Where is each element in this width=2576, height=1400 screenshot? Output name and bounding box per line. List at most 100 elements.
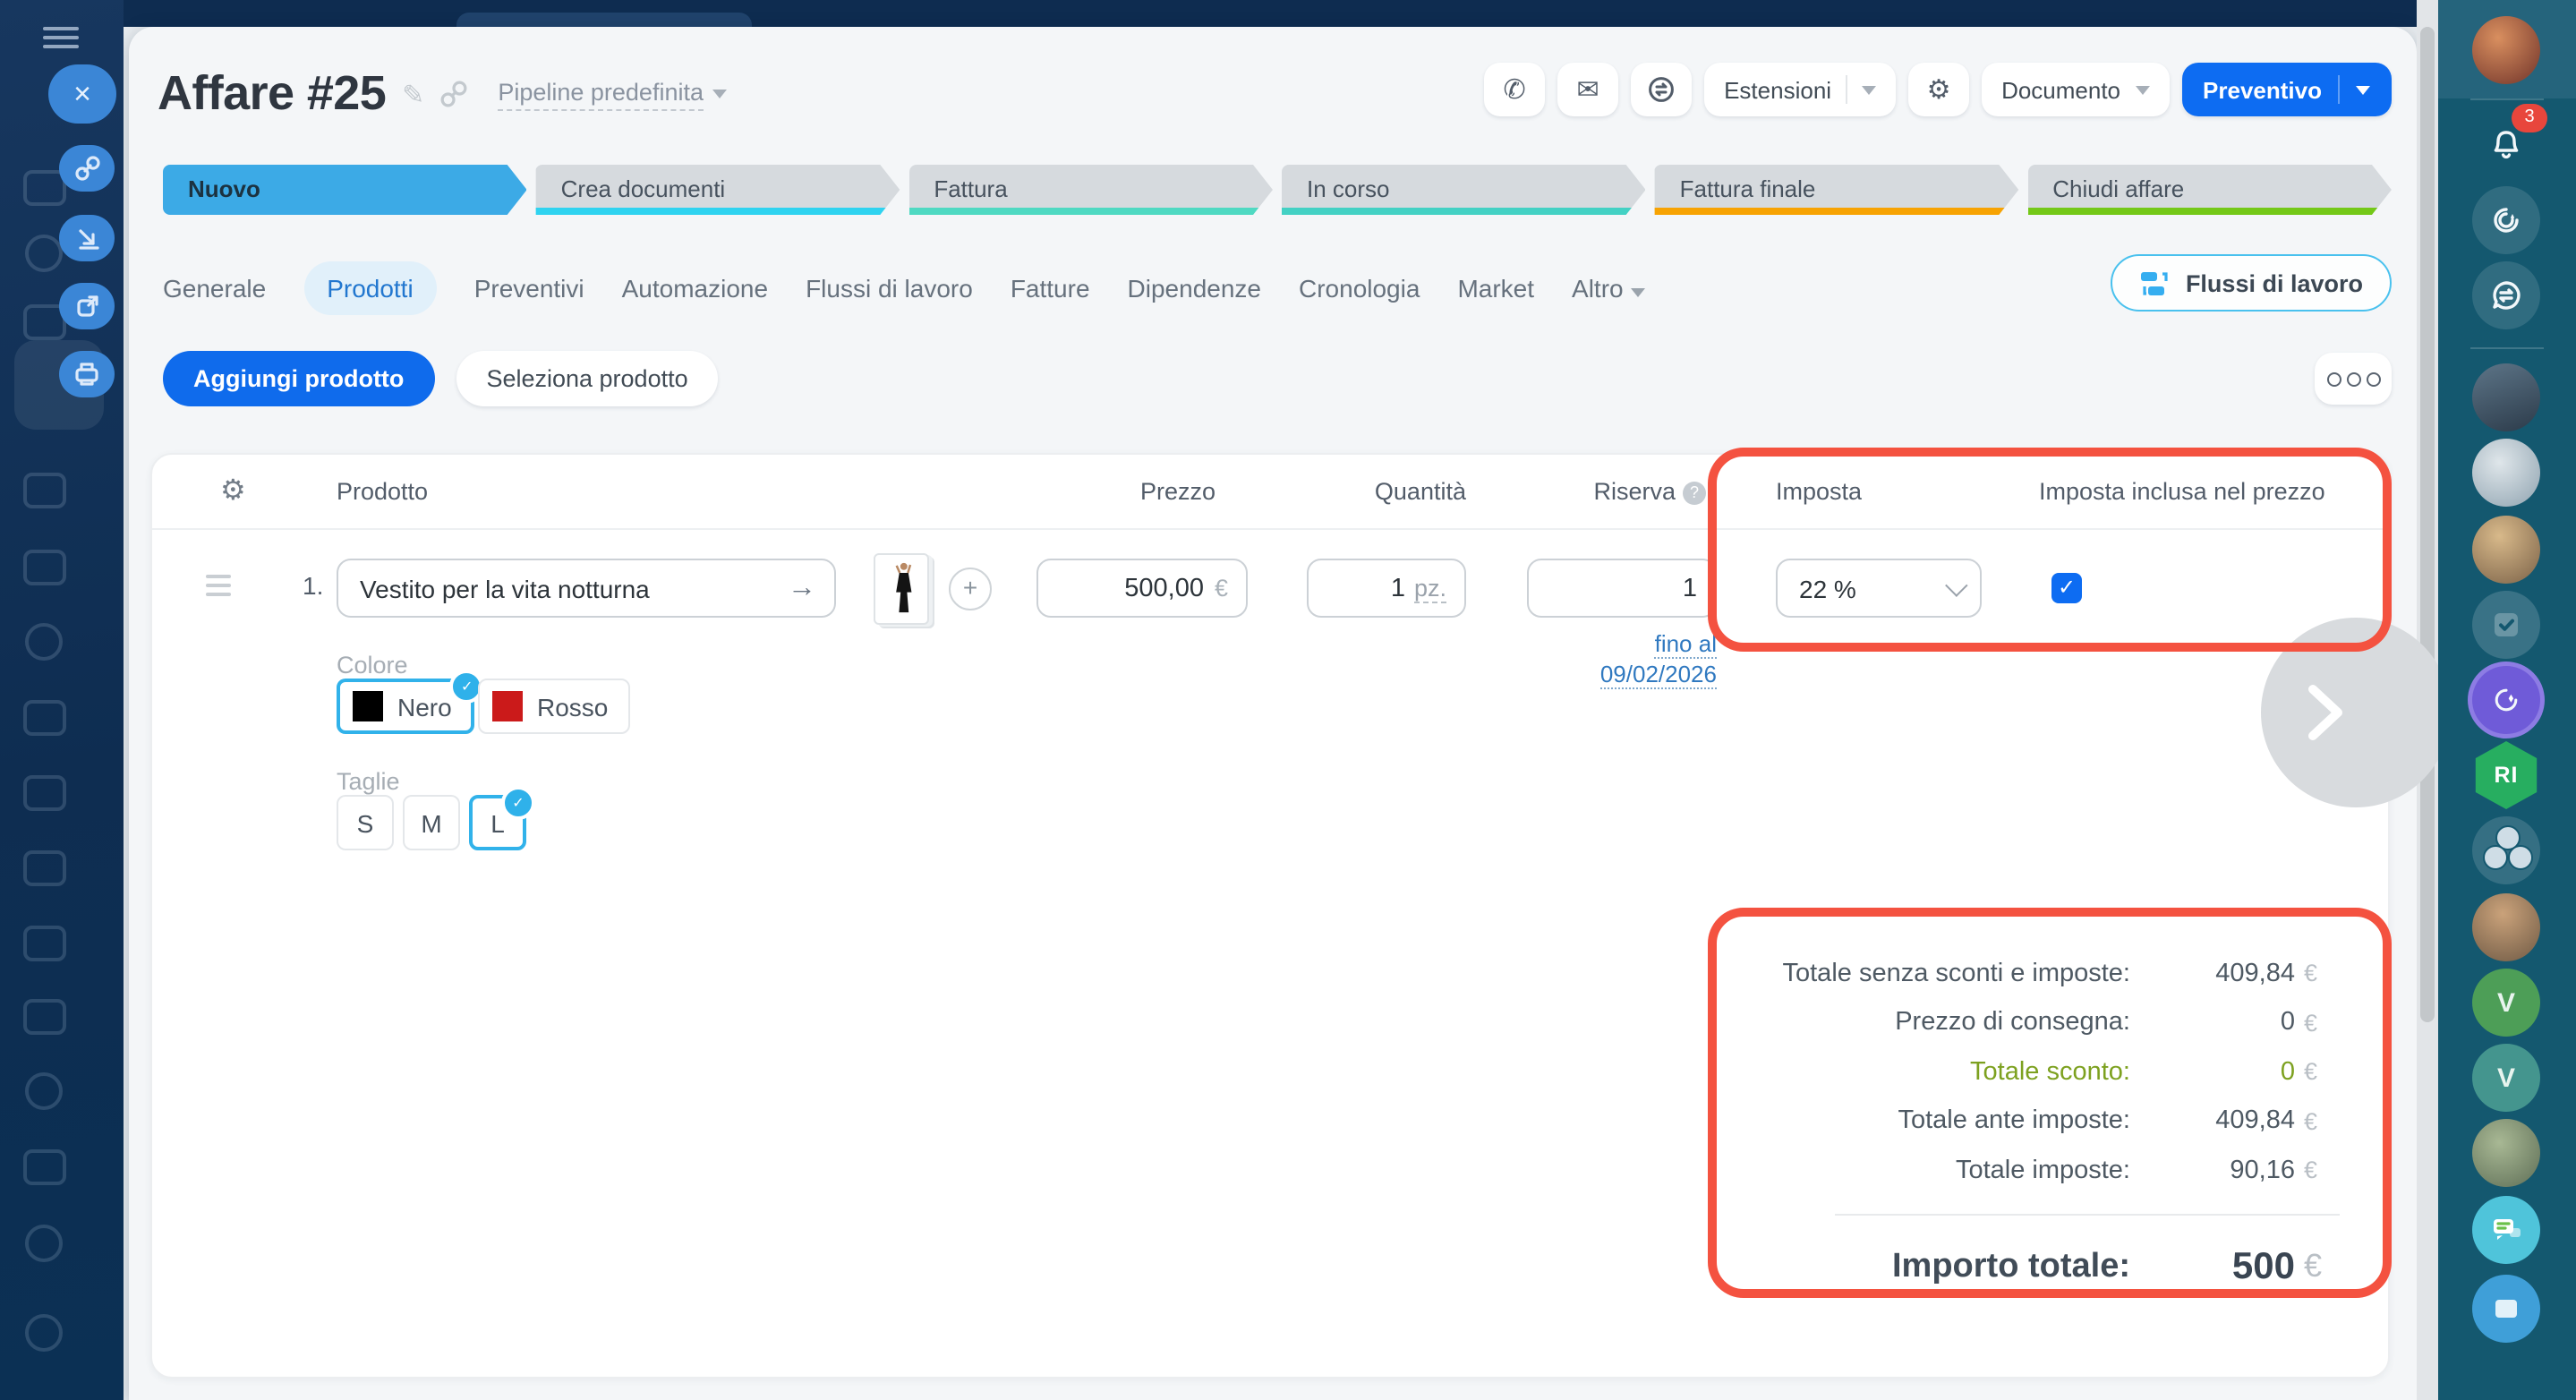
menu-icon[interactable] <box>43 27 79 52</box>
collapse-button[interactable] <box>59 215 115 261</box>
analytics-icon[interactable] <box>23 920 63 960</box>
stage-crea-documenti[interactable]: Crea documenti <box>536 165 900 215</box>
store-icon[interactable] <box>23 544 63 584</box>
link-icon[interactable] <box>440 81 467 107</box>
add-image-button[interactable]: + <box>949 568 992 610</box>
price-input[interactable]: 500,00 € <box>1036 559 1248 618</box>
chat-button[interactable] <box>1631 63 1692 116</box>
document-button[interactable]: Documento <box>1982 63 2169 116</box>
help-icon[interactable]: ? <box>1683 482 1706 505</box>
expand-panel-button[interactable] <box>2261 618 2451 807</box>
open-new-window-button[interactable] <box>59 283 115 329</box>
open-product-icon[interactable]: → <box>770 572 834 604</box>
tax-value: 22 % <box>1778 574 1946 602</box>
copilot-spiral-icon <box>2490 684 2522 716</box>
stage-chiudi-affare[interactable]: Chiudi affare <box>2027 165 2392 215</box>
panel-icon <box>2490 1293 2522 1325</box>
link-icon <box>74 156 99 181</box>
deal-slider-panel: Affare #25 ✎ Pipeline predefinita ✆ ✉ <box>129 27 2417 1400</box>
widget-button[interactable] <box>2472 1275 2540 1343</box>
catalog-icon[interactable] <box>23 1144 63 1183</box>
copilot-pro-button[interactable] <box>2472 666 2540 734</box>
add-product-button[interactable]: Aggiungi prodotto <box>163 351 434 406</box>
avatar-user[interactable] <box>2472 363 2540 431</box>
print-button[interactable] <box>59 351 115 397</box>
size-option-l[interactable]: L ✓ <box>469 795 526 850</box>
tab-altro[interactable]: Altro <box>1572 274 1645 303</box>
pipeline-selector[interactable]: Pipeline predefinita <box>498 78 727 110</box>
reserve-input[interactable]: 1 <box>1527 559 1717 618</box>
stage-in-corso[interactable]: In corso <box>1282 165 1646 215</box>
tab-flussi-di-lavoro[interactable]: Flussi di lavoro <box>806 274 973 303</box>
avatar-initial[interactable]: V <box>2472 1044 2540 1112</box>
call-button[interactable]: ✆ <box>1484 63 1545 116</box>
avatar-user[interactable] <box>2472 516 2540 584</box>
product-thumbnail[interactable] <box>874 553 929 625</box>
quote-button[interactable]: Preventivo <box>2181 63 2392 116</box>
edit-title-icon[interactable]: ✎ <box>402 78 424 110</box>
tab-generale[interactable]: Generale <box>163 274 266 303</box>
stage-fattura[interactable]: Fattura <box>908 165 1273 215</box>
tax-included-checkbox[interactable]: ✓ <box>2051 573 2082 603</box>
settings-icon[interactable] <box>23 1310 63 1350</box>
price-value: 500,00 <box>1124 574 1204 602</box>
contact-icon[interactable] <box>23 994 63 1033</box>
messenger-icon[interactable] <box>23 231 63 270</box>
avatar-initial[interactable]: V <box>2472 969 2540 1037</box>
tab-market[interactable]: Market <box>1457 274 1534 303</box>
table-settings-gear-icon[interactable]: ⚙ <box>220 455 246 528</box>
sign-icon[interactable] <box>23 770 63 809</box>
target-icon[interactable] <box>23 619 63 659</box>
avatar-user[interactable] <box>2472 893 2540 961</box>
color-option-nero[interactable]: Nero ✓ <box>337 679 475 734</box>
tasks-widget-button[interactable] <box>2472 591 2540 659</box>
close-slider-button[interactable]: × <box>48 64 116 124</box>
settings-button[interactable]: ⚙ <box>1908 63 1969 116</box>
tab-automazione[interactable]: Automazione <box>622 274 768 303</box>
row-index: 1. <box>303 571 323 600</box>
tasks-icon[interactable] <box>23 299 63 338</box>
tab-fatture[interactable]: Fatture <box>1011 274 1090 303</box>
avatar-cat[interactable] <box>2472 439 2540 507</box>
quantity-input[interactable]: 1 pz. <box>1307 559 1466 618</box>
tab-prodotti[interactable]: Prodotti <box>303 261 437 315</box>
print-icon <box>73 362 100 387</box>
avatar-group[interactable] <box>2472 816 2540 884</box>
more-options-button[interactable] <box>2315 353 2392 405</box>
automation-icon[interactable] <box>23 1069 63 1108</box>
divider <box>1846 75 1847 104</box>
cart-icon[interactable] <box>23 695 63 734</box>
tax-select[interactable]: 22 % <box>1776 559 1982 618</box>
extensions-button[interactable]: Estensioni <box>1704 63 1896 116</box>
document-icon[interactable] <box>23 845 63 884</box>
video-icon[interactable] <box>23 1221 63 1260</box>
notifications-button[interactable]: 3 <box>2472 111 2540 179</box>
home-icon[interactable] <box>23 165 63 204</box>
ri-badge[interactable]: RI <box>2472 741 2540 809</box>
select-product-button[interactable]: Seleziona prodotto <box>456 351 718 406</box>
size-option-m[interactable]: M <box>403 795 460 850</box>
calendar-icon[interactable] <box>23 467 63 507</box>
open-chats-button[interactable] <box>2472 1196 2540 1264</box>
copy-link-button[interactable] <box>59 145 115 192</box>
drag-handle[interactable] <box>206 575 231 602</box>
size-option-s[interactable]: S <box>337 795 394 850</box>
workflows-button[interactable]: Flussi di lavoro <box>2111 254 2392 312</box>
avatar-user[interactable] <box>2472 1119 2540 1187</box>
color-option-rosso[interactable]: Rosso <box>478 679 629 734</box>
chat-transfer-icon <box>1647 75 1676 104</box>
stage-nuovo[interactable]: Nuovo <box>163 165 527 215</box>
unit-selector[interactable]: pz. <box>1414 574 1446 602</box>
tab-preventivi[interactable]: Preventivi <box>474 274 584 303</box>
copilot-button[interactable] <box>2472 186 2540 254</box>
divider <box>2338 75 2340 104</box>
tab-cronologia[interactable]: Cronologia <box>1299 274 1420 303</box>
scrollbar-thumb[interactable] <box>2420 27 2435 1022</box>
product-name-input[interactable]: Vestito per la vita notturna → <box>337 559 836 618</box>
messenger-button[interactable] <box>2472 261 2540 329</box>
tab-dipendenze[interactable]: Dipendenze <box>1128 274 1261 303</box>
email-button[interactable]: ✉ <box>1557 63 1618 116</box>
avatar-current-user[interactable] <box>2472 16 2540 84</box>
stage-fattura-finale[interactable]: Fattura finale <box>1655 165 2019 215</box>
reserve-until-link[interactable]: fino al 09/02/2026 <box>1477 628 1717 689</box>
